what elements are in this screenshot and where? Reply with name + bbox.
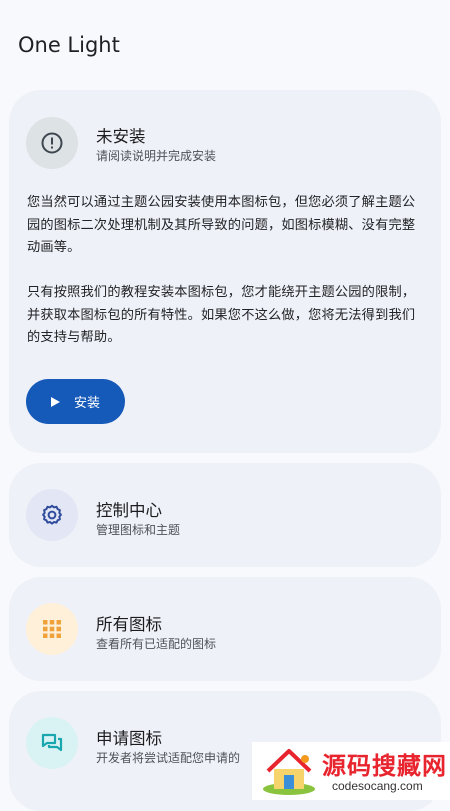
install-button[interactable]: 安装 bbox=[26, 379, 125, 424]
install-status-subtitle: 请阅读说明并完成安装 bbox=[96, 149, 217, 163]
all-icons-card[interactable]: 所有图标 查看所有已适配的图标 bbox=[9, 577, 441, 681]
alert-circle-icon bbox=[26, 117, 78, 169]
request-icon-title: 申请图标 bbox=[96, 729, 162, 748]
control-center-title: 控制中心 bbox=[96, 501, 162, 520]
install-status-title: 未安装 bbox=[96, 127, 146, 146]
grid-icon bbox=[26, 603, 78, 655]
house-logo-icon bbox=[263, 749, 315, 795]
request-icon-subtitle: 开发者将尝试适配您申请的 bbox=[96, 751, 241, 765]
watermark-brand: 源码搜藏网 bbox=[322, 752, 447, 780]
control-center-card[interactable]: 控制中心 管理图标和主题 bbox=[9, 463, 441, 567]
watermark: 源码搜藏网 codesocang.com bbox=[252, 742, 450, 800]
install-paragraph-2: 只有按照我们的教程安装本图标包，您才能绕开主题公园的限制，并获取本图标包的所有特… bbox=[27, 285, 416, 345]
all-icons-subtitle: 查看所有已适配的图标 bbox=[96, 637, 217, 651]
watermark-url: codesocang.com bbox=[332, 779, 423, 793]
gear-icon bbox=[26, 489, 78, 541]
install-button-label: 安装 bbox=[73, 396, 100, 411]
chat-icon bbox=[26, 717, 78, 769]
app-title: One Light bbox=[18, 33, 120, 57]
play-icon bbox=[50, 396, 60, 407]
control-center-subtitle: 管理图标和主题 bbox=[96, 523, 181, 537]
install-card: 未安装 请阅读说明并完成安装 您当然可以通过主题公园安装使用本图标包，但您必须了… bbox=[9, 90, 441, 453]
all-icons-title: 所有图标 bbox=[96, 615, 162, 634]
install-paragraph-1: 您当然可以通过主题公园安装使用本图标包，但您必须了解主题公园的图标二次处理机制及… bbox=[27, 195, 416, 255]
